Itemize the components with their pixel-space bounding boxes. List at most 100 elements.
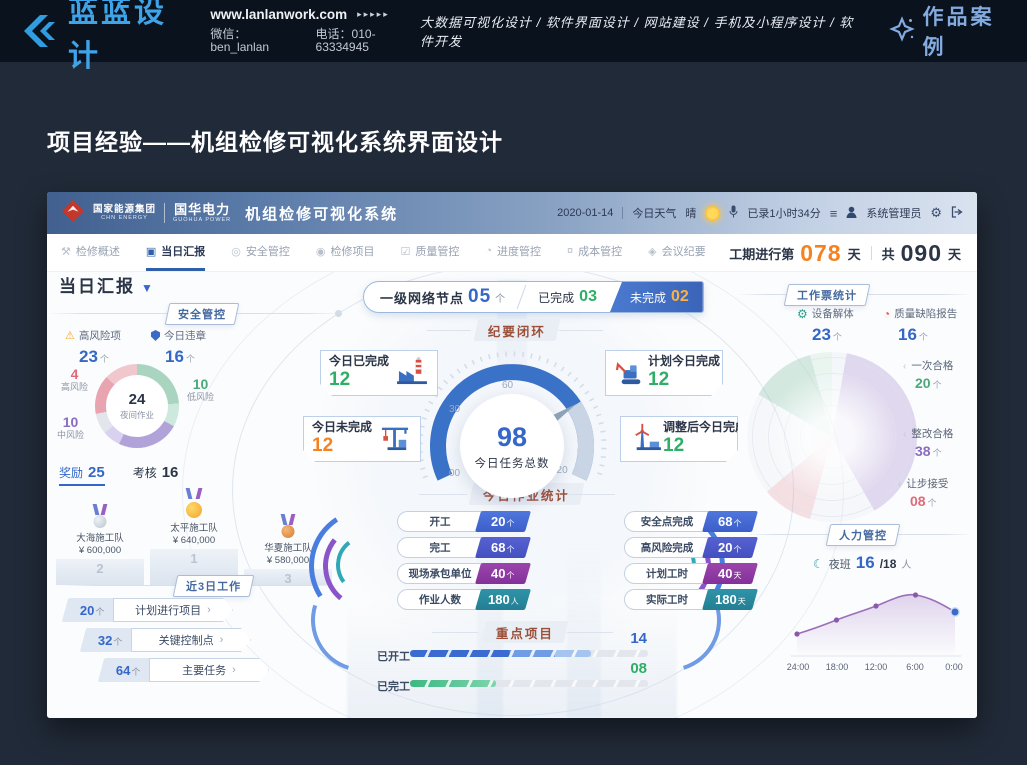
clock-icon: ◔ (883, 307, 890, 321)
stat-pill-safety-points: 安全点完成 68个 (624, 511, 755, 532)
divider (517, 285, 528, 309)
team-name: 大海施工队 (76, 530, 124, 544)
recent-item-planned-projects[interactable]: 20个 计划进行项目› (65, 598, 233, 622)
user-name[interactable]: 系统管理员 (866, 205, 921, 221)
website-link[interactable]: www.lanlanwork.com (210, 8, 347, 23)
tab-safety[interactable]: ◎安全管控 (231, 234, 290, 271)
portfolio-button[interactable]: 作品案例 (889, 1, 1009, 61)
decor-line (559, 330, 603, 331)
donut-center: 24 夜间作业 (106, 375, 168, 437)
tab-daily-report[interactable]: ▣当日汇报 (146, 234, 205, 271)
weather-value: 晴 (685, 205, 696, 221)
crane-icon (378, 423, 412, 456)
manpower-tag: 人力管控 (826, 524, 901, 546)
bar-value: 08 (630, 660, 647, 677)
tab-overview[interactable]: ⚒检修概述 (61, 234, 120, 271)
recent-item-key-control-points[interactable]: 32个 关键控制点› (83, 628, 251, 652)
tab-reward[interactable]: 奖励25 (59, 464, 105, 486)
report-icon: ▣ (146, 245, 156, 258)
period-prefix: 工期进行第 (729, 244, 794, 263)
target-icon: ◎ (231, 245, 241, 258)
gauge-tick: 00 (449, 468, 460, 479)
wind-turbine-icon (629, 423, 663, 456)
bar-label: 已完工 (377, 678, 410, 694)
tab-cost[interactable]: ¤成本管控 (567, 234, 622, 271)
stat-pill-high-risk-done: 高风险完成 20个 (624, 537, 755, 558)
org-company-name: 国华电力 GUOHUA POWER (173, 203, 231, 224)
services-list: 大数据可视化设计 / 软件界面设计 / 网站建设 / 手机及小程序设计 / 软件… (420, 12, 861, 50)
reward-assess-tabs: 奖励25 考核16 (59, 464, 178, 486)
tab-progress[interactable]: ◔进度管控 (485, 234, 541, 271)
moon-icon: ☾ (813, 557, 824, 571)
chevron-left-icon: ‹ (903, 360, 906, 373)
microphone-icon (729, 205, 738, 221)
user-icon (846, 206, 857, 221)
period-total-unit: 天 (948, 244, 961, 263)
gauge-tick: 30 (449, 404, 460, 415)
night-shift-stat: ☾ 夜班 16 /18 人 (813, 553, 911, 573)
project-period: 工期进行第 078 天 共 090 天 (729, 234, 961, 272)
logout-icon[interactable] (951, 206, 963, 221)
progress-bar (410, 680, 648, 687)
portfolio-label: 作品案例 (923, 1, 1009, 61)
team-item: 大海施工队 ¥ 600,000 2 (53, 504, 147, 585)
topbar-status-area: 2020-01-14 今日天气 晴 已录1小时34分 ≡ 系统管理员 ⚙ (557, 205, 963, 221)
quality-item-rectified-pass: ‹整改合格 38个 (903, 428, 953, 460)
tab-projects[interactable]: ◉检修项目 (316, 234, 375, 271)
record-duration-label: 已录1小时34分 (747, 205, 820, 221)
circle-icon: ◉ (316, 245, 326, 258)
phone-label: 电话：010-63334945 (316, 28, 420, 54)
quality-item-concession-accept: ‹让步接受 08个 (898, 478, 948, 510)
work-ticket-rose-chart (747, 352, 917, 522)
work-ticket-tag: 工作票统计 (784, 284, 871, 306)
network-nodes-done: 已完成 03 (530, 282, 605, 312)
key-project-bar-finished: 08 已完工 (377, 664, 649, 694)
logo-text: 蓝蓝设计 (68, 0, 190, 75)
recent-item-main-tasks[interactable]: 64个 主要任务› (101, 658, 269, 682)
list-icon[interactable]: ≡ (830, 206, 838, 221)
dashboard-screenshot: 国家能源集团 CHN ENERGY 国华电力 GUOHUA POWER 机组检修… (47, 192, 977, 718)
team-name: 太平施工队 (170, 520, 218, 534)
bar-value: 14 (630, 630, 647, 647)
period-unit: 天 (848, 244, 861, 263)
recent-work-tag: 近3日工作 (173, 575, 255, 597)
donut-label-high-risk: 4 高风险 (61, 366, 88, 392)
tab-quality[interactable]: ☑质量管控 (401, 234, 460, 271)
wechat-label: 微信：ben_lanlan (210, 28, 297, 54)
stat-pill-finished: 完工 68个 (397, 537, 528, 558)
chevron-right-icon: › (220, 634, 224, 646)
safety-control-tag: 安全管控 (165, 303, 240, 325)
gear-icon[interactable]: ⚙ (930, 205, 942, 221)
tab-minutes[interactable]: ◈会议纪要 (648, 234, 705, 271)
checkbox-icon: ☑ (401, 245, 411, 258)
network-nodes-undone: 未完成 02 (610, 282, 703, 312)
currency-icon: ¤ (567, 245, 573, 257)
risk-donut-chart: 4 高风险 24 夜间作业 10 低风险 10 中风险 (47, 360, 287, 464)
clock-icon: ◔ (485, 245, 492, 257)
factory-icon (395, 357, 429, 390)
time-axis-labels: 24:00 18:00 12:00 6:00 0:00 (780, 662, 972, 672)
warning-icon: ⚠ (65, 329, 75, 342)
stat-pill-contractors: 现场承包单位 40个 (397, 563, 528, 584)
chevron-left-icon: ‹ (903, 428, 906, 441)
date-label: 2020-01-14 (557, 207, 613, 219)
lanlan-logo-icon (18, 13, 58, 49)
team-item: 太平施工队 ¥ 640,000 1 (147, 488, 241, 585)
summary-loop-tag: 纪要闭环 (474, 319, 561, 341)
system-title: 机组检修可视化系统 (245, 203, 398, 224)
shield-icon (151, 330, 160, 341)
chevron-right-icon: › (232, 664, 236, 676)
tab-assessment[interactable]: 考核16 (133, 464, 179, 486)
card-done-today: 今日已完成 12 (320, 350, 438, 396)
chevron-down-icon: ▼ (141, 281, 155, 295)
stat-quality-defect-report: ◔质量缺陷报告 16个 (883, 306, 973, 345)
team-amount: ¥ 640,000 (173, 535, 215, 546)
section-title-daily-report[interactable]: 当日汇报▼ (59, 272, 155, 297)
quality-item-first-pass: ‹一次合格 20个 (903, 360, 953, 392)
dashboard-nav: ⚒检修概述 ▣当日汇报 ◎安全管控 ◉检修项目 ☑质量管控 ◔进度管控 ¤成本管… (47, 234, 977, 272)
site-header: 蓝蓝设计 www.lanlanwork.com ▸▸▸▸▸ 微信：ben_lan… (0, 0, 1027, 62)
donut-ring: 24 夜间作业 (95, 364, 179, 448)
donut-label-low-risk: 10 低风险 (187, 376, 214, 402)
period-current-day: 078 (800, 240, 841, 267)
bronze-medal-icon (279, 514, 297, 538)
